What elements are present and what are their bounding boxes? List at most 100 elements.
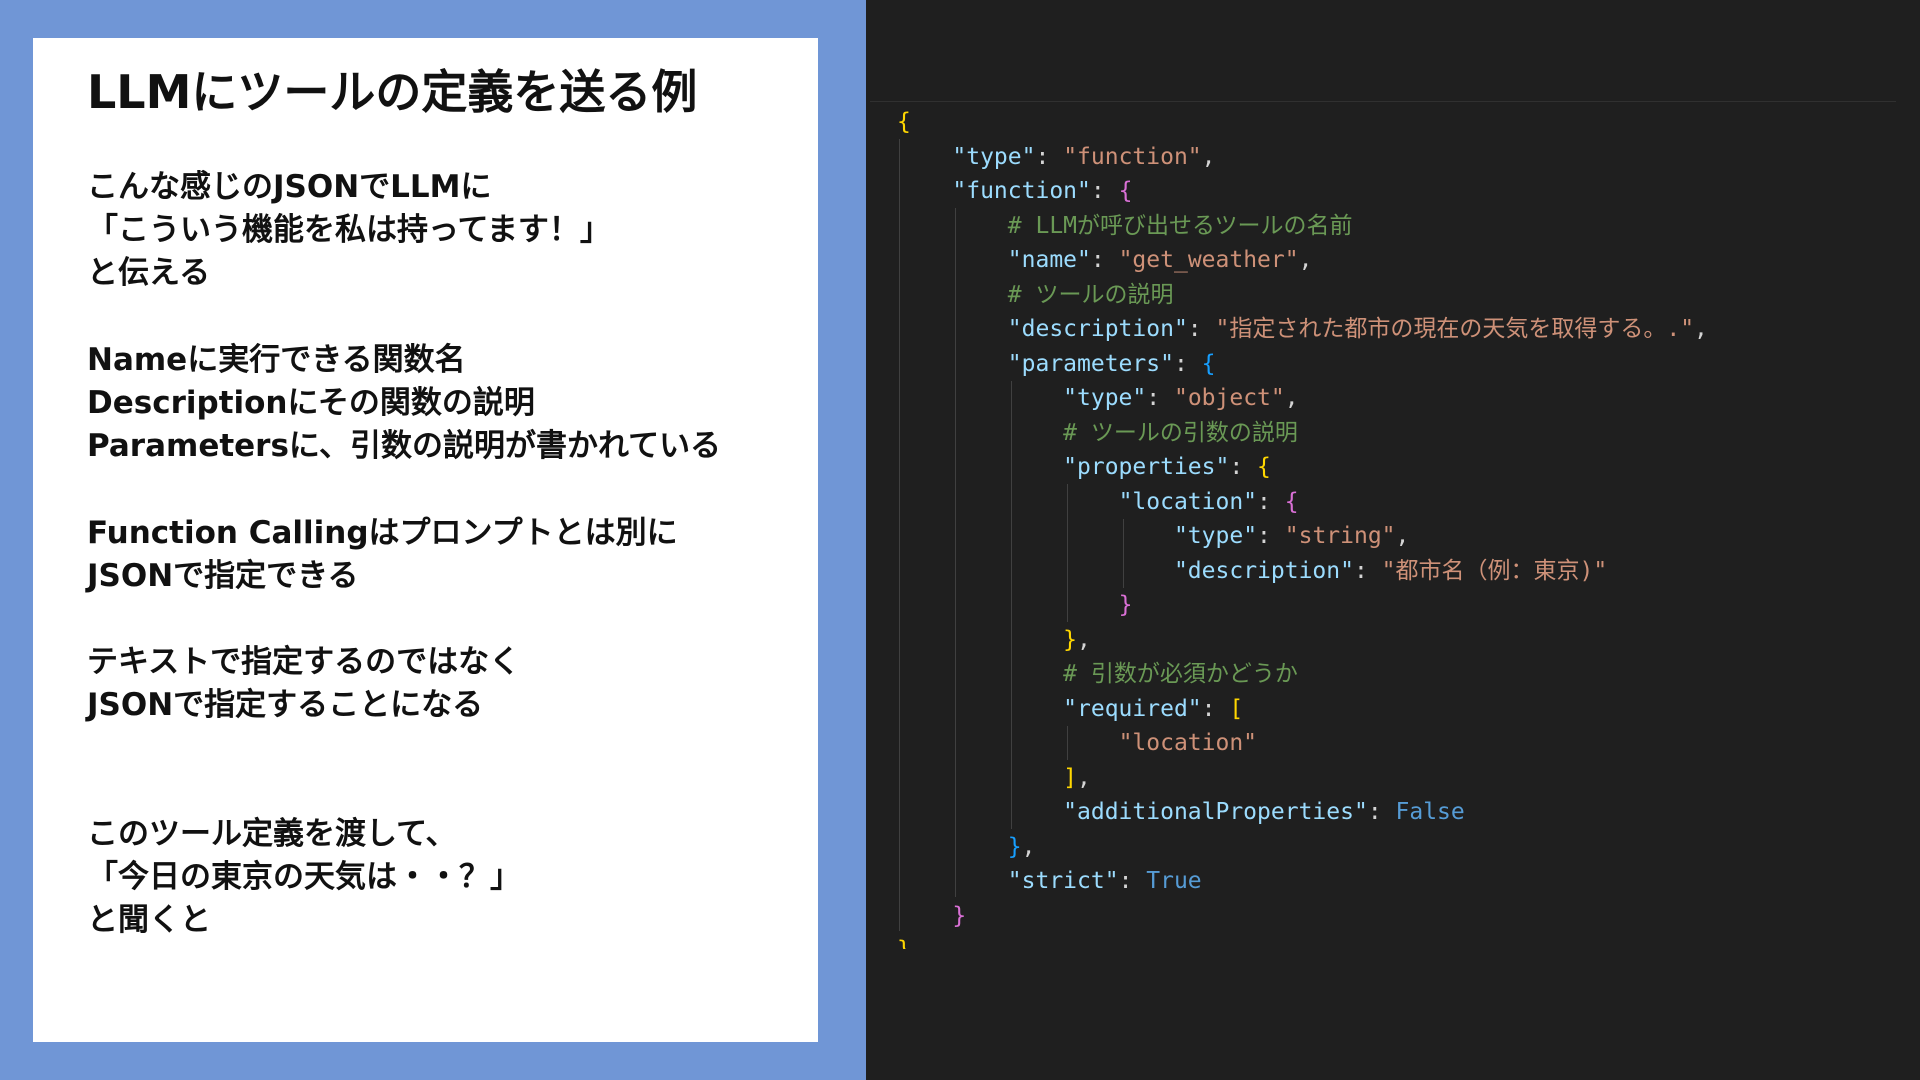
code-line: }, — [897, 623, 1708, 658]
colon: : — [1090, 247, 1119, 273]
code-line: "parameters": { — [897, 347, 1708, 382]
brace: } — [1007, 833, 1022, 860]
json-key: "function" — [952, 178, 1091, 204]
brace: { — [897, 109, 911, 135]
json-key: "description" — [1173, 557, 1354, 584]
text-line: JSONで指定できる — [87, 558, 359, 594]
json-key: "location" — [1118, 488, 1258, 515]
json-string: "get_weather" — [1118, 247, 1299, 273]
comma: , — [1395, 523, 1410, 549]
left-panel: LLMにツールの定義を送る例 こんな感じのJSONでLLMに 「こういう機能を私… — [0, 0, 866, 1080]
colon: : — [1257, 488, 1285, 515]
text-line: 「今日の東京の天気は・・？」 — [87, 859, 521, 895]
code-line: "description": "指定された都市の現在の天気を取得する。.", — [897, 312, 1708, 347]
json-string: "location" — [1118, 730, 1258, 756]
colon: : — [1118, 868, 1147, 894]
code-comment: # ツールの引数の説明 — [1063, 419, 1298, 446]
code-line: } — [897, 588, 1708, 623]
json-key: "parameters" — [1007, 350, 1174, 377]
code-line: # 引数が必須かどうか — [897, 657, 1708, 692]
paragraph-fields: Nameに実行できる関数名 Descriptionにその関数の説明 Parame… — [87, 339, 807, 468]
text-line: Nameに実行できる関数名 — [87, 342, 466, 378]
comma: , — [1298, 247, 1313, 273]
brace: } — [952, 902, 967, 929]
code-line: ], — [897, 761, 1708, 796]
json-string: "function" — [1063, 143, 1202, 170]
code-line: { — [897, 105, 1708, 140]
comma: , — [1021, 833, 1036, 860]
code-comment: # LLMが呼び出せるツールの名前 — [1007, 212, 1353, 239]
json-boolean: False — [1395, 799, 1465, 825]
json-string: "都市名（例：東京)" — [1381, 557, 1608, 584]
code-line: "additionalProperties": False — [897, 795, 1708, 830]
text-line: JSONで指定することになる — [87, 687, 484, 723]
text-line: このツール定義を渡して、 — [87, 816, 457, 852]
code-line: } — [897, 933, 1708, 949]
brace: { — [1201, 350, 1216, 377]
code-line: "type": "function", — [897, 140, 1708, 175]
text-line: テキストで指定するのではなく — [87, 644, 521, 680]
comma: , — [1284, 385, 1299, 411]
code-line: "properties": { — [897, 450, 1708, 485]
text-line: 「こういう機能を私は持ってます！」 — [87, 212, 611, 248]
comma: , — [1694, 316, 1708, 342]
colon: : — [1229, 454, 1258, 480]
json-key: "description" — [1007, 316, 1188, 342]
code-line: } — [897, 899, 1708, 934]
code-line: "location": { — [897, 485, 1708, 520]
json-key: "properties" — [1063, 454, 1230, 480]
bracket: ] — [1063, 764, 1078, 791]
colon: : — [1090, 178, 1119, 204]
paragraph-json-spec: テキストで指定するのではなく JSONで指定することになる — [87, 641, 807, 727]
comma: , — [1077, 764, 1091, 791]
code-line: # ツールの引数の説明 — [897, 416, 1708, 451]
text-line: と伝える — [87, 255, 211, 291]
brace: } — [1063, 626, 1078, 653]
code-line: "required": [ — [897, 692, 1708, 727]
comma: , — [1077, 626, 1091, 653]
code-comment: # 引数が必須かどうか — [1063, 661, 1298, 687]
code-line: "name": "get_weather", — [897, 243, 1708, 278]
colon: : — [1257, 523, 1285, 549]
json-key: "name" — [1007, 247, 1091, 273]
brace: { — [1284, 488, 1299, 515]
editor-divider — [870, 101, 1896, 102]
json-boolean: True — [1146, 868, 1202, 894]
code-line: "strict": True — [897, 864, 1708, 899]
colon: : — [1201, 695, 1230, 722]
code-line: "description": "都市名（例：東京)" — [897, 554, 1708, 589]
colon: : — [1367, 799, 1396, 825]
brace: { — [1118, 178, 1133, 204]
json-key: "type" — [952, 143, 1036, 170]
json-key: "additionalProperties" — [1063, 799, 1368, 825]
json-string: "指定された都市の現在の天気を取得する。." — [1215, 316, 1695, 342]
colon: : — [1146, 385, 1174, 411]
paragraph-function-calling: Function Callingはプロンプトとは別に JSONで指定できる — [87, 512, 807, 598]
code-line: "location" — [897, 726, 1708, 761]
code-line: "type": "object", — [897, 381, 1708, 416]
paragraph-intro: こんな感じのJSONでLLMに 「こういう機能を私は持ってます！」 と伝える — [87, 166, 807, 295]
code-line: "type": "string", — [897, 519, 1708, 554]
brace: } — [897, 937, 911, 949]
json-key: "type" — [1063, 385, 1147, 411]
colon: : — [1035, 143, 1064, 170]
code-line: }, — [897, 830, 1708, 865]
json-key: "type" — [1173, 523, 1258, 549]
json-key: "required" — [1063, 695, 1202, 722]
brace: } — [1118, 592, 1133, 618]
paragraph-example-question: このツール定義を渡して、 「今日の東京の天気は・・？」 と聞くと — [87, 813, 807, 942]
json-string: "object" — [1173, 385, 1285, 411]
code-block: { "type": "function", "function": { # LL… — [897, 105, 1708, 949]
slide-title: LLMにツールの定義を送る例 — [87, 65, 698, 119]
brace: { — [1257, 454, 1271, 480]
code-line: # LLMが呼び出せるツールの名前 — [897, 209, 1708, 244]
code-line: "function": { — [897, 174, 1708, 209]
text-line: と聞くと — [87, 902, 211, 938]
comma: , — [1201, 143, 1216, 170]
json-string: "string" — [1284, 523, 1396, 549]
colon: : — [1353, 557, 1382, 584]
bracket: [ — [1229, 695, 1244, 722]
code-line: # ツールの説明 — [897, 278, 1708, 313]
text-line: Parametersに、引数の説明が書かれている — [87, 428, 722, 464]
slide-card: LLMにツールの定義を送る例 こんな感じのJSONでLLMに 「こういう機能を私… — [33, 38, 818, 1042]
